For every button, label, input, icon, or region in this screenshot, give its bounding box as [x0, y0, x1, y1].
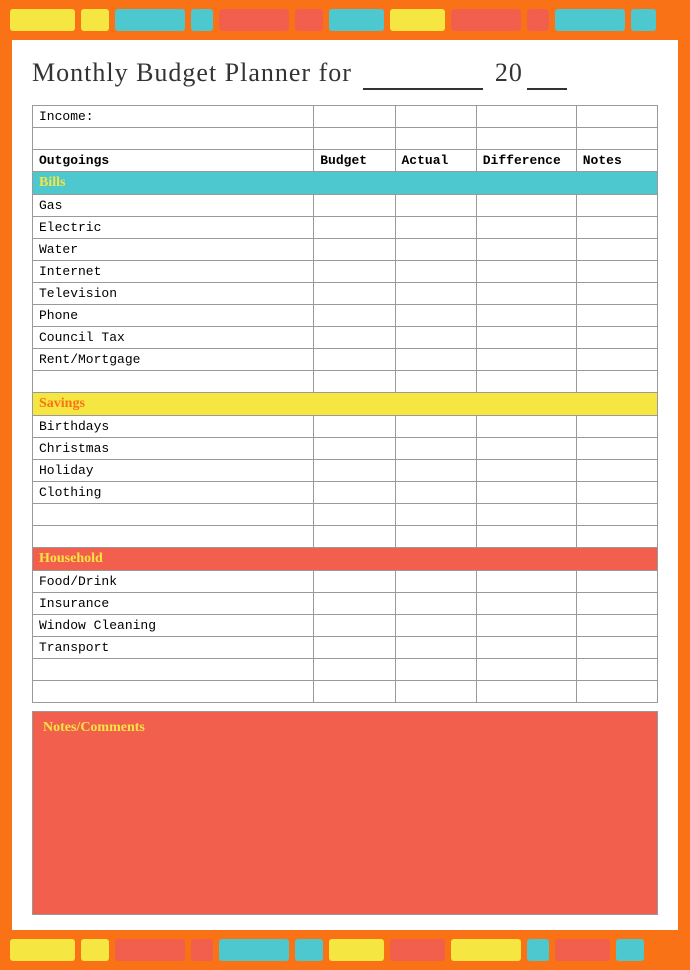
savings-christmas-label: Christmas	[33, 438, 314, 460]
household-food-drink-row: Food/Drink	[33, 571, 658, 593]
bills-television-label: Television	[33, 283, 314, 305]
bottom-bar-block	[219, 939, 289, 961]
bottom-bar-block	[10, 939, 75, 961]
bottom-bar-block	[329, 939, 384, 961]
top-bar-block	[451, 9, 521, 31]
notes-comments-label: Notes/Comments	[43, 720, 647, 736]
bills-gas-label: Gas	[33, 195, 314, 217]
household-window-cleaning-label: Window Cleaning	[33, 615, 314, 637]
household-insurance-row: Insurance	[33, 593, 658, 615]
top-bar-block	[10, 9, 75, 31]
bottom-bar-block	[115, 939, 185, 961]
bills-electric-label: Electric	[33, 217, 314, 239]
income-budget	[314, 106, 395, 128]
bottom-bar-block	[616, 939, 644, 961]
budget-table: Income: Outgoings Budget Actual Differen…	[32, 105, 658, 703]
household-food-drink-label: Food/Drink	[33, 571, 314, 593]
column-header-row: Outgoings Budget Actual Difference Notes	[33, 150, 658, 172]
section-header-household: Household	[33, 548, 658, 571]
title-prefix: Monthly Budget Planner for	[32, 58, 352, 87]
household-transport-label: Transport	[33, 637, 314, 659]
top-decorative-bar	[0, 0, 690, 40]
income-actual	[395, 106, 476, 128]
savings-label: Savings	[33, 393, 658, 416]
col-header-actual: Actual	[395, 150, 476, 172]
savings-holiday-label: Holiday	[33, 460, 314, 482]
top-bar-block	[115, 9, 185, 31]
bills-phone-label: Phone	[33, 305, 314, 327]
savings-holiday-row: Holiday	[33, 460, 658, 482]
col-header-notes: Notes	[576, 150, 657, 172]
main-content: Monthly Budget Planner for 20 Income: O	[12, 40, 678, 930]
savings-christmas-row: Christmas	[33, 438, 658, 460]
bills-internet-row: Internet	[33, 261, 658, 283]
savings-birthdays-label: Birthdays	[33, 416, 314, 438]
income-difference	[476, 106, 576, 128]
bills-gas-notes	[576, 195, 657, 217]
bills-water-row: Water	[33, 239, 658, 261]
section-header-bills: Bills	[33, 172, 658, 195]
bills-television-row: Television	[33, 283, 658, 305]
bills-rent-mortgage-row: Rent/Mortgage	[33, 349, 658, 371]
bills-gas-row: Gas	[33, 195, 658, 217]
page-container: Monthly Budget Planner for 20 Income: O	[0, 0, 690, 970]
page-title: Monthly Budget Planner for 20	[32, 58, 658, 90]
household-insurance-label: Insurance	[33, 593, 314, 615]
section-header-savings: Savings	[33, 393, 658, 416]
income-row: Income:	[33, 106, 658, 128]
savings-clothing-row: Clothing	[33, 482, 658, 504]
bottom-bar-block	[451, 939, 521, 961]
top-bar-block	[295, 9, 323, 31]
income-notes	[576, 106, 657, 128]
savings-birthdays-row: Birthdays	[33, 416, 658, 438]
top-bar-block	[219, 9, 289, 31]
household-blank-2	[33, 681, 658, 703]
col-header-outgoings: Outgoings	[33, 150, 314, 172]
bills-gas-actual	[395, 195, 476, 217]
title-year-blank	[527, 58, 567, 90]
household-transport-row: Transport	[33, 637, 658, 659]
bills-gas-budget	[314, 195, 395, 217]
bottom-bar-block	[527, 939, 549, 961]
bills-rent-mortgage-label: Rent/Mortgage	[33, 349, 314, 371]
bottom-decorative-bar	[0, 930, 690, 970]
income-label: Income:	[33, 106, 314, 128]
top-bar-block	[81, 9, 109, 31]
bottom-bar-block	[295, 939, 323, 961]
savings-blank-1	[33, 504, 658, 526]
bills-phone-row: Phone	[33, 305, 658, 327]
top-bar-block	[555, 9, 625, 31]
household-window-cleaning-row: Window Cleaning	[33, 615, 658, 637]
title-year-prefix: 20	[495, 58, 523, 87]
savings-blank-2	[33, 526, 658, 548]
bottom-bar-block	[555, 939, 610, 961]
bottom-bar-block	[81, 939, 109, 961]
savings-clothing-label: Clothing	[33, 482, 314, 504]
top-bar-block	[631, 9, 656, 31]
bills-council-tax-row: Council Tax	[33, 327, 658, 349]
bills-electric-row: Electric	[33, 217, 658, 239]
bills-water-label: Water	[33, 239, 314, 261]
spacer-row	[33, 128, 658, 150]
bottom-bar-block	[390, 939, 445, 961]
col-header-budget: Budget	[314, 150, 395, 172]
top-bar-block	[191, 9, 213, 31]
top-bar-block	[390, 9, 445, 31]
bills-label: Bills	[33, 172, 658, 195]
household-label: Household	[33, 548, 658, 571]
bills-council-tax-label: Council Tax	[33, 327, 314, 349]
bottom-bar-block	[191, 939, 213, 961]
spacer-row-2	[33, 371, 658, 393]
top-bar-block	[329, 9, 384, 31]
bills-internet-label: Internet	[33, 261, 314, 283]
household-blank-1	[33, 659, 658, 681]
title-name-blank	[363, 58, 483, 90]
bills-gas-diff	[476, 195, 576, 217]
notes-comments-section: Notes/Comments	[32, 711, 658, 915]
top-bar-block	[527, 9, 549, 31]
col-header-difference: Difference	[476, 150, 576, 172]
